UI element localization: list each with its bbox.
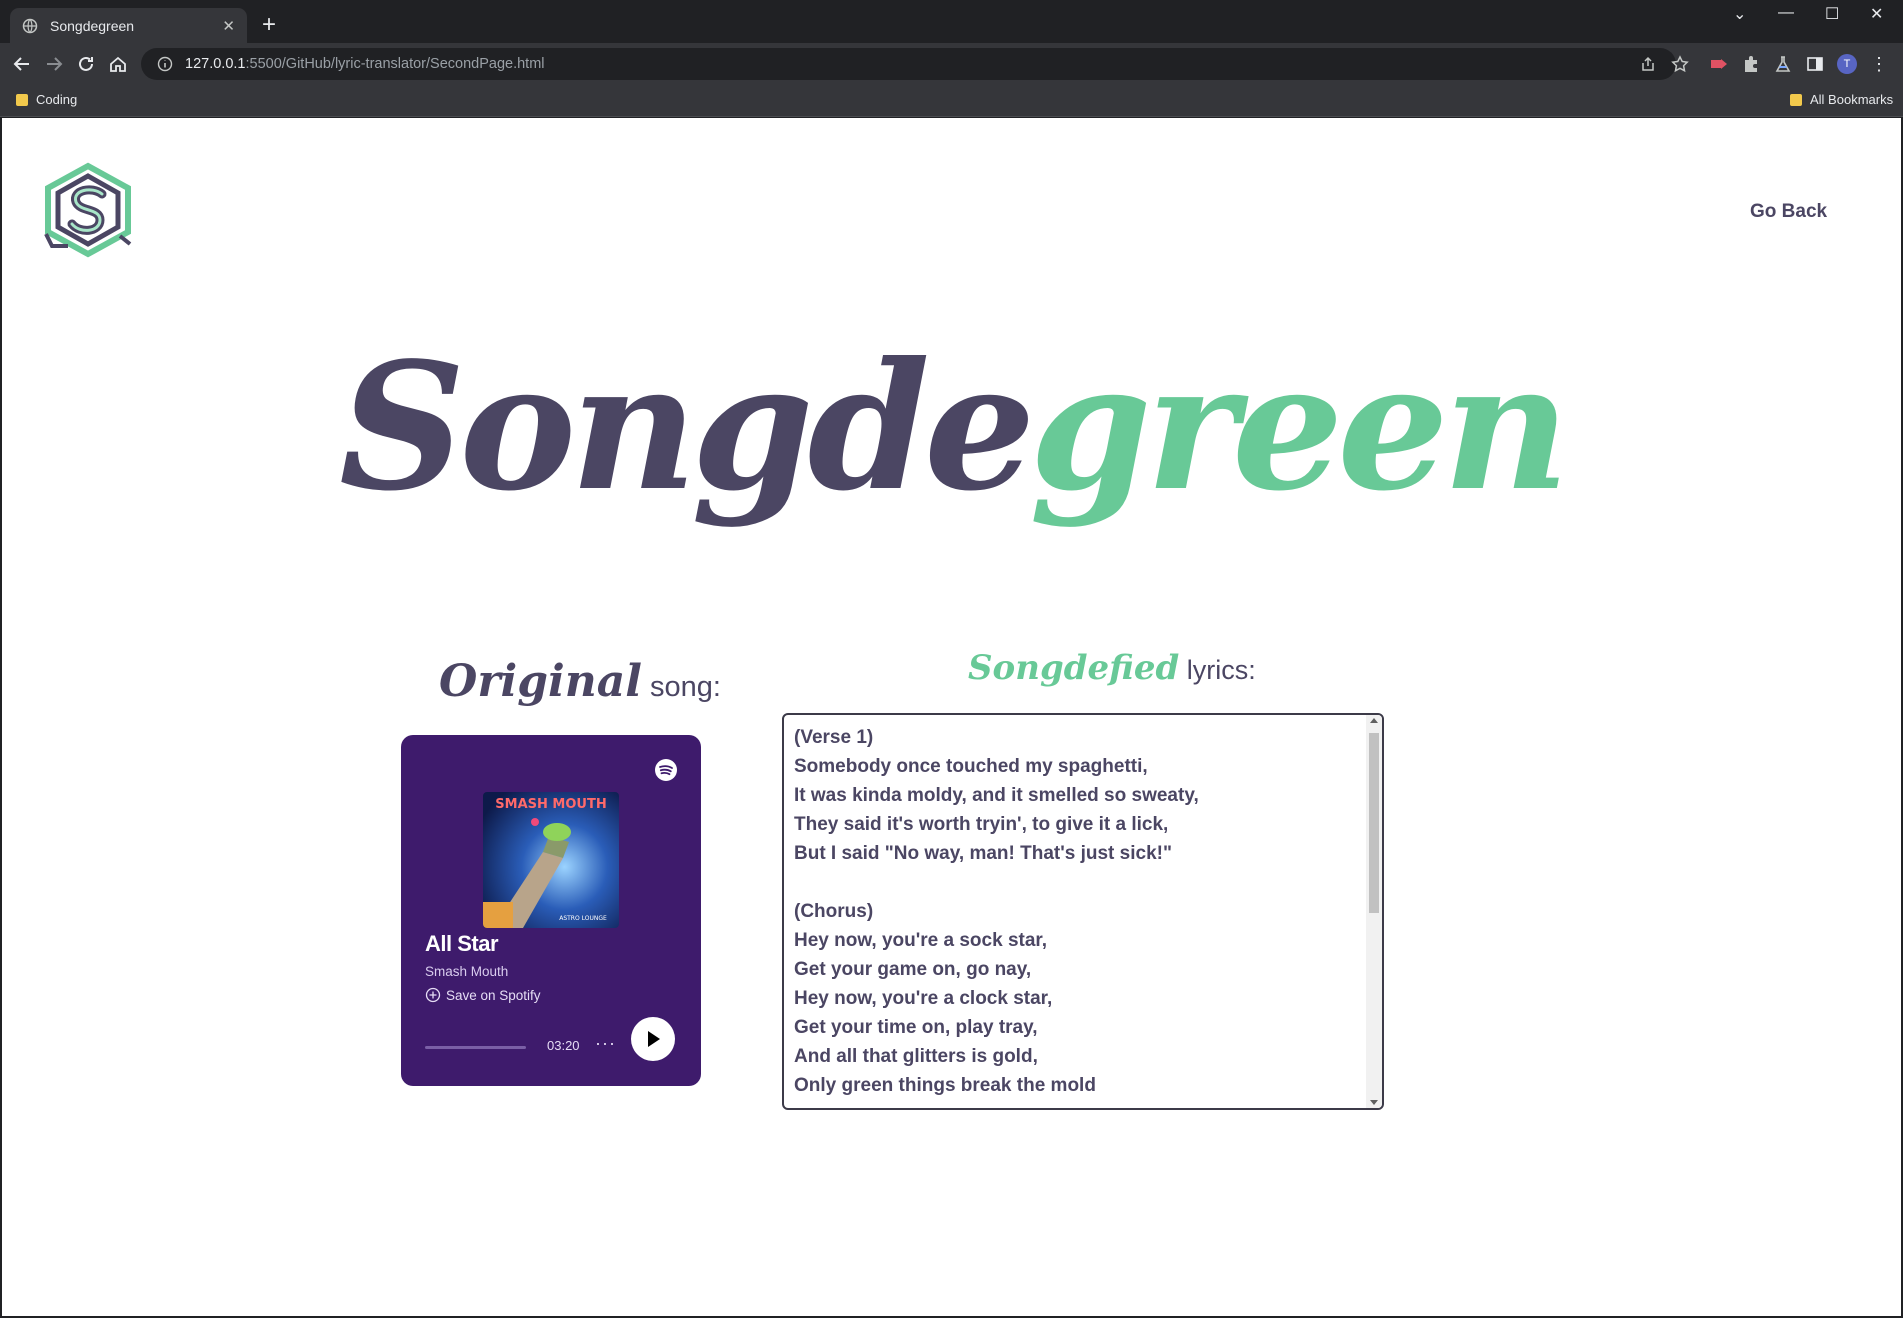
track-duration: 03:20: [547, 1038, 580, 1053]
reload-button[interactable]: [74, 52, 98, 76]
extension-red-icon[interactable]: [1707, 52, 1731, 76]
all-bookmarks-button[interactable]: All Bookmarks: [1790, 92, 1893, 107]
track-artist[interactable]: Smash Mouth: [425, 964, 508, 979]
tab-title: Songdegreen: [50, 17, 135, 34]
info-icon[interactable]: [157, 56, 173, 72]
lyrics-scrollbar[interactable]: [1366, 715, 1382, 1108]
close-tab-icon[interactable]: ✕: [222, 17, 235, 35]
folder-icon: [16, 93, 28, 106]
site-logo[interactable]: [38, 160, 138, 260]
more-options-icon[interactable]: ···: [595, 1033, 616, 1054]
share-icon[interactable]: [1636, 52, 1660, 76]
play-icon: [648, 1031, 660, 1047]
songdefied-lyrics-box[interactable]: (Verse 1) Somebody once touched my spagh…: [782, 713, 1384, 1110]
browser-toolbar: 127.0.0.1:5500/GitHub/lyric-translator/S…: [0, 43, 1903, 84]
page-content: Go Back Songdegreen Original song: Songd…: [2, 118, 1901, 1316]
go-back-link[interactable]: Go Back: [1750, 201, 1827, 223]
globe-icon: [22, 18, 38, 33]
play-button[interactable]: [631, 1017, 675, 1061]
maximize-button[interactable]: ☐: [1825, 4, 1839, 24]
arrow-left-icon: [13, 57, 29, 71]
scroll-up-arrow-icon[interactable]: [1370, 718, 1378, 723]
album-art-image: SMASH MOUTH ASTRO LOUNGE: [483, 792, 619, 928]
home-button[interactable]: [106, 52, 130, 76]
url-path: :5500/GitHub/lyric-translator/SecondPage…: [245, 56, 545, 72]
kebab-menu-icon[interactable]: ⋮: [1867, 52, 1891, 76]
brand-title: Songdegreen: [2, 328, 1901, 528]
spotify-embed: SMASH MOUTH ASTRO LOUNGE All Star Smash …: [401, 735, 701, 1086]
all-bookmarks-label: All Bookmarks: [1810, 92, 1894, 107]
original-heading-rest: song:: [649, 671, 721, 703]
save-on-spotify-button[interactable]: Save on Spotify: [425, 987, 541, 1003]
new-tab-button[interactable]: +: [262, 12, 276, 38]
side-panel-icon[interactable]: [1803, 52, 1827, 76]
brand-title-part1: Songde: [339, 325, 1035, 530]
brand-title-part2: green: [1029, 325, 1569, 530]
flask-icon[interactable]: [1771, 52, 1795, 76]
songdefied-heading-rest: lyrics:: [1186, 655, 1256, 685]
songdefied-lyrics-heading: Songdefied lyrics:: [968, 648, 1256, 688]
tab-search-icon[interactable]: ⌄: [1733, 4, 1746, 24]
album-cover[interactable]: SMASH MOUTH ASTRO LOUNGE: [483, 792, 619, 928]
arrow-right-icon: [47, 57, 63, 71]
album-art-subtitle: ASTRO LOUNGE: [559, 915, 607, 922]
album-art-title: SMASH MOUTH: [495, 797, 606, 812]
original-song-heading: Original song:: [439, 656, 721, 707]
profile-avatar[interactable]: T: [1835, 52, 1859, 76]
close-window-button[interactable]: ✕: [1870, 4, 1883, 24]
address-bar[interactable]: 127.0.0.1:5500/GitHub/lyric-translator/S…: [141, 48, 1676, 80]
home-icon: [110, 56, 126, 72]
minimize-button[interactable]: —: [1778, 4, 1794, 22]
scroll-down-arrow-icon[interactable]: [1370, 1100, 1378, 1105]
save-label: Save on Spotify: [446, 987, 541, 1003]
spotify-icon[interactable]: [654, 758, 678, 782]
folder-icon: [1790, 93, 1802, 106]
songdefied-heading-script: Songdefied: [968, 648, 1180, 688]
reload-icon: [79, 56, 93, 71]
puzzle-icon[interactable]: [1739, 52, 1763, 76]
star-icon[interactable]: [1668, 52, 1692, 76]
browser-tab[interactable]: Songdegreen ✕: [10, 8, 247, 43]
forward-button[interactable]: [42, 52, 66, 76]
bookmarks-bar: Coding All Bookmarks: [0, 84, 1903, 117]
track-title[interactable]: All Star: [425, 931, 499, 957]
bookmark-folder-coding[interactable]: Coding: [16, 92, 77, 107]
back-button[interactable]: [10, 52, 34, 76]
scrollbar-thumb[interactable]: [1369, 733, 1379, 913]
browser-tab-strip: Songdegreen ✕ + ⌄ — ☐ ✕: [0, 0, 1903, 43]
bookmark-label: Coding: [36, 92, 78, 107]
lyrics-text: (Verse 1) Somebody once touched my spagh…: [794, 727, 1199, 1096]
plus-circle-icon: [425, 987, 441, 1003]
profile-initial: T: [1837, 54, 1857, 74]
playback-progress-bar[interactable]: [425, 1046, 526, 1049]
original-heading-script: Original: [439, 656, 642, 707]
url-host: 127.0.0.1: [185, 56, 246, 72]
